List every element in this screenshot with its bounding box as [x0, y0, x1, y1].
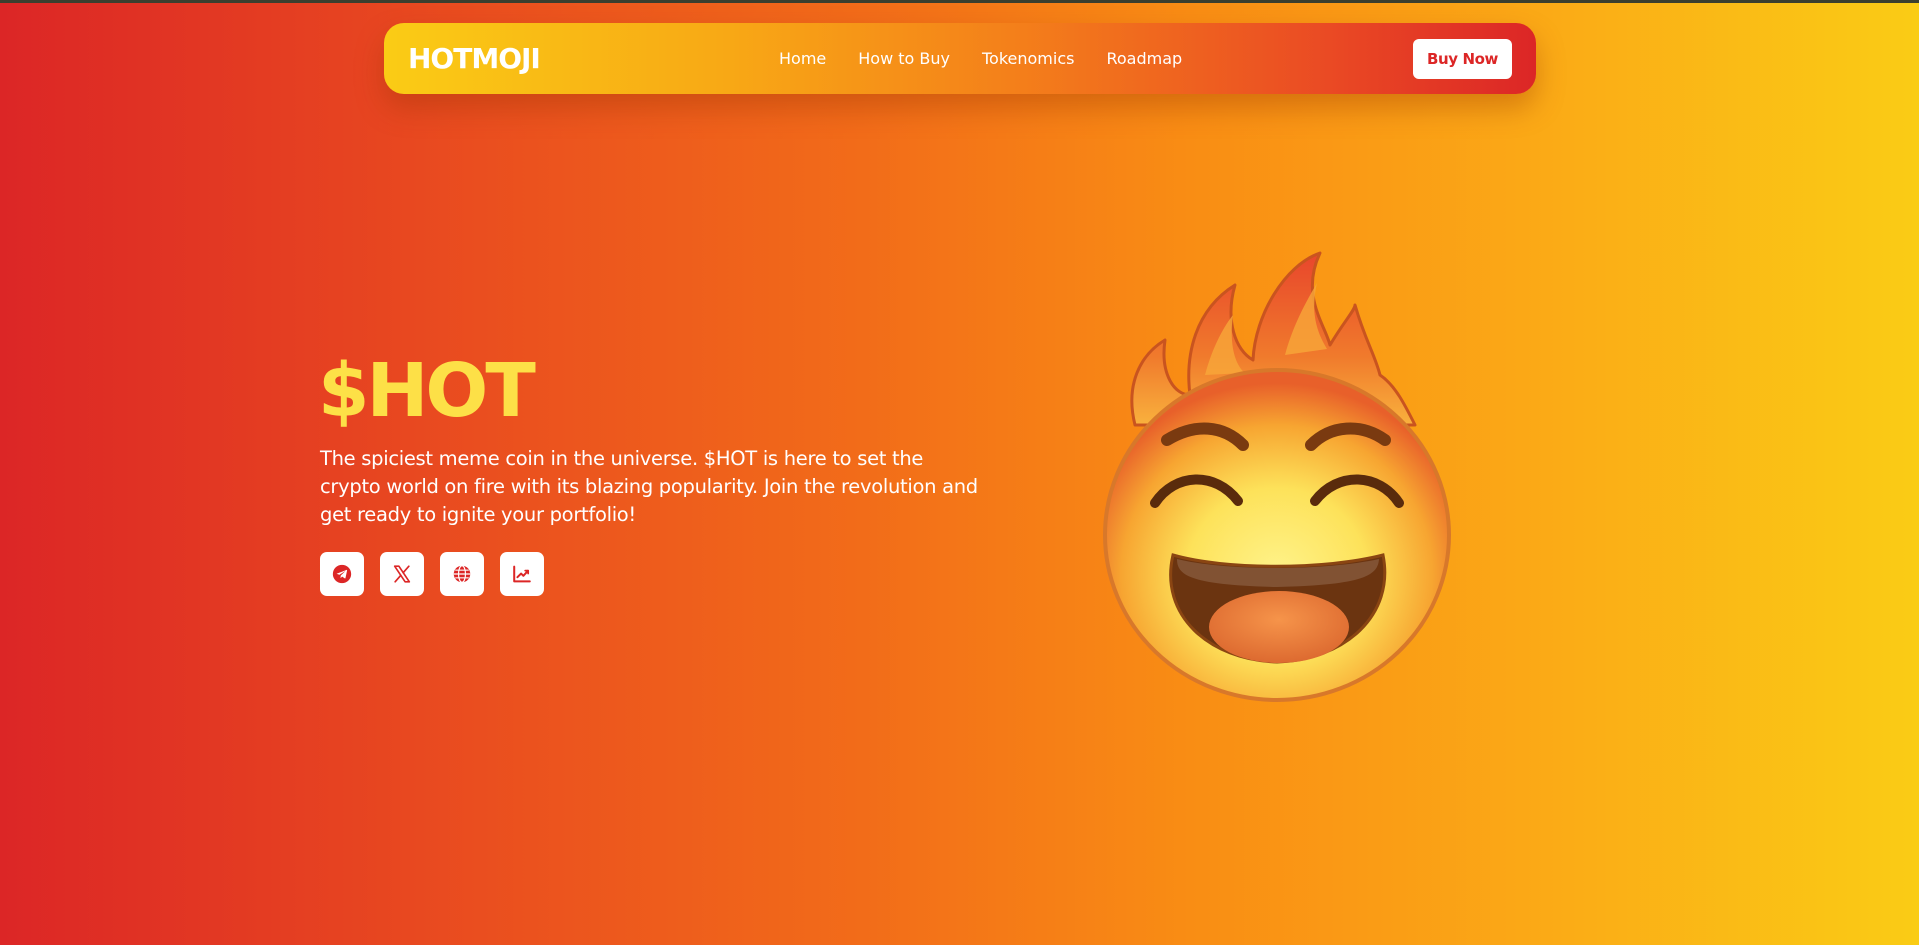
nav-link-how-to-buy[interactable]: How to Buy [858, 49, 950, 68]
nav-links: Home How to Buy Tokenomics Roadmap [779, 23, 1182, 94]
nav-link-home[interactable]: Home [779, 49, 826, 68]
fire-emoji-mascot [1103, 251, 1451, 702]
website-button[interactable] [440, 552, 484, 596]
nav-link-tokenomics[interactable]: Tokenomics [982, 49, 1074, 68]
window-top-edge [0, 0, 1919, 3]
hero-description: The spiciest meme coin in the universe. … [320, 447, 978, 526]
chart-button[interactable] [500, 552, 544, 596]
x-icon [393, 565, 411, 583]
chart-icon [513, 565, 531, 583]
nav-link-roadmap[interactable]: Roadmap [1106, 49, 1182, 68]
hero-title: $HOT [318, 348, 536, 434]
navbar: HOTMOJI Home How to Buy Tokenomics Roadm… [384, 23, 1536, 94]
logo[interactable]: HOTMOJI [408, 42, 708, 75]
x-button[interactable] [380, 552, 424, 596]
telegram-button[interactable] [320, 552, 364, 596]
buy-now-button[interactable]: Buy Now [1413, 39, 1512, 79]
social-links [320, 552, 544, 596]
telegram-icon [332, 564, 352, 584]
globe-icon [453, 565, 471, 583]
